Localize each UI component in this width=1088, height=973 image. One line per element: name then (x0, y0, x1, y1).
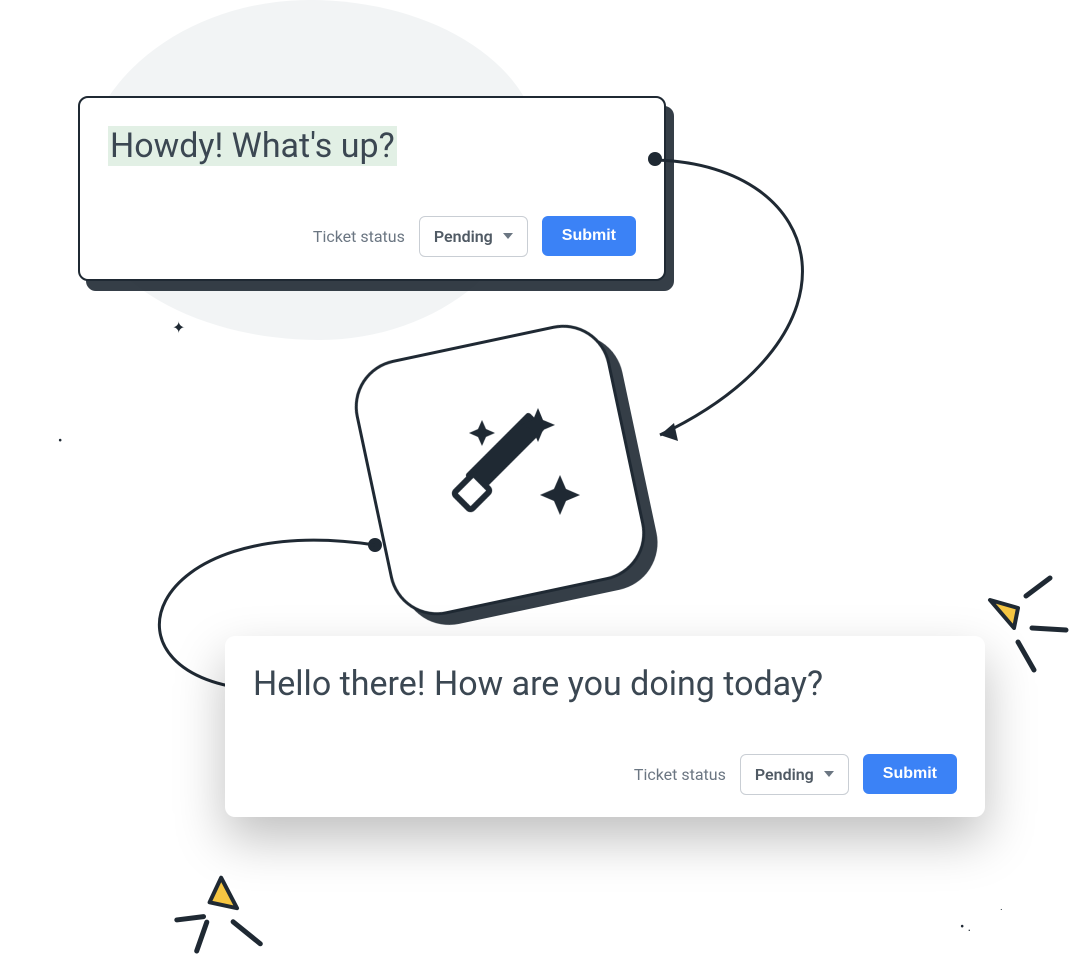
chevron-down-icon (503, 233, 513, 239)
ticket-text-input: Howdy! What's up? (108, 124, 636, 170)
ticket-card-output: Hello there! How are you doing today? Ti… (225, 636, 985, 817)
ticket-status-dropdown[interactable]: Pending (419, 216, 528, 257)
card-footer: Ticket status Pending Submit (108, 216, 636, 257)
ticket-text-output: Hello there! How are you doing today? (253, 662, 957, 708)
magic-wand-tile (346, 316, 654, 624)
decorative-speck: ✦ (172, 318, 185, 337)
dropdown-value: Pending (755, 765, 814, 784)
decorative-speck: • . (960, 920, 971, 935)
dropdown-value: Pending (434, 227, 493, 246)
decorative-speck: · (1000, 905, 1003, 916)
connector-dot (368, 538, 382, 552)
submit-button[interactable]: Submit (542, 216, 636, 256)
magic-wand-icon (393, 363, 606, 576)
ticket-card-input: Howdy! What's up? Ticket status Pending … (78, 96, 666, 281)
sparkle-burst-icon (162, 857, 295, 973)
card-footer: Ticket status Pending Submit (253, 754, 957, 795)
ticket-status-label: Ticket status (634, 765, 726, 784)
ticket-status-label: Ticket status (313, 227, 405, 246)
submit-button[interactable]: Submit (863, 754, 957, 794)
ticket-status-dropdown[interactable]: Pending (740, 754, 849, 795)
decorative-speck: • (58, 434, 62, 449)
chevron-down-icon (824, 771, 834, 777)
connector-dot (648, 152, 662, 166)
